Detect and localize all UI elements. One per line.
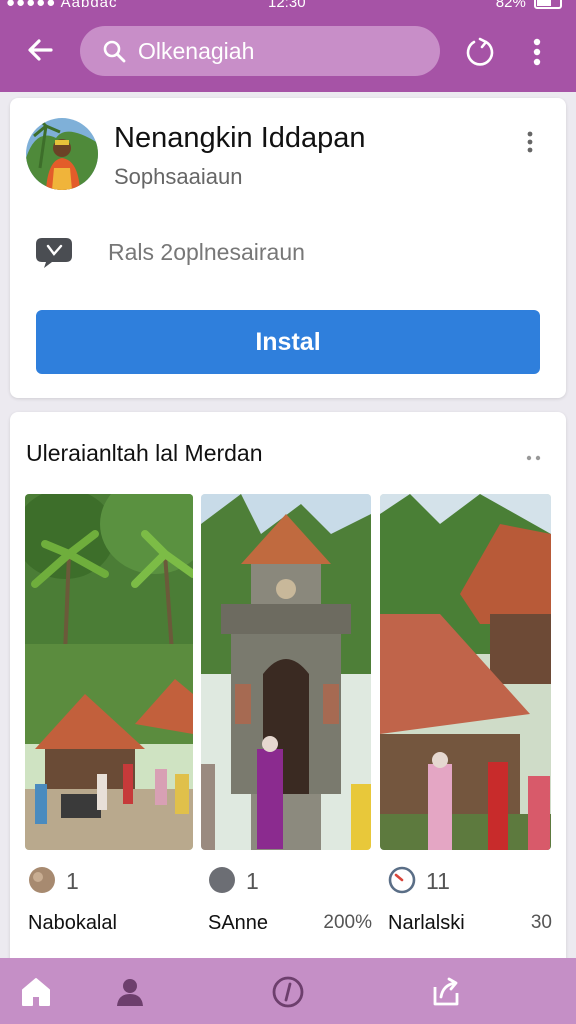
status-time: 12:30 xyxy=(268,0,306,11)
home-icon xyxy=(22,978,50,1006)
gallery-item-meta-1: 1 Nabokalal xyxy=(26,864,196,934)
gallery-menu-button[interactable] xyxy=(526,448,542,466)
app-profile-card: Nenangkin Iddapan Sophsaaiaun Rals 2opln… xyxy=(10,98,566,398)
nav-profile-button[interactable] xyxy=(110,972,150,1012)
search-icon xyxy=(103,40,126,63)
item-count: 1 xyxy=(66,868,79,894)
back-arrow-icon xyxy=(28,39,53,61)
gallery-item-meta-2: 1 SAnne 200% xyxy=(206,864,376,934)
status-right: 82% xyxy=(496,0,562,10)
gallery-photo-village[interactable] xyxy=(25,494,193,850)
circle-icon xyxy=(209,867,235,893)
gallery-photo-temple[interactable] xyxy=(201,494,371,850)
more-options-button[interactable] xyxy=(522,34,552,70)
gallery-photo-house[interactable] xyxy=(380,494,551,850)
gallery-card: Uleraianltah lal Merdan 1 Nabokalal 1 SA… xyxy=(10,412,566,972)
app-subtitle: Sophsaaiaun xyxy=(114,164,243,189)
bottom-nav xyxy=(0,958,576,1024)
refresh-icon xyxy=(466,37,494,66)
gallery-item-meta-3: 11 Narlalski 30 xyxy=(386,864,556,934)
item-name[interactable]: Nabokalal xyxy=(28,912,117,935)
search-input[interactable] xyxy=(138,37,418,65)
carrier-label: ●●●●● Aabdac xyxy=(6,0,118,11)
profile-icon xyxy=(117,979,143,1006)
item-count: 1 xyxy=(246,868,259,894)
avatar[interactable] xyxy=(26,118,98,190)
item-name[interactable]: Narlalski xyxy=(388,912,465,935)
status-bar: ●●●●● Aabdac 12:30 82% xyxy=(0,0,576,14)
app-bar xyxy=(0,14,576,92)
item-value: 30 xyxy=(530,912,552,933)
more-vert-icon xyxy=(527,131,533,153)
battery-percent: 82% xyxy=(495,0,526,11)
item-count: 11 xyxy=(426,868,450,894)
share-icon xyxy=(433,977,459,1006)
item-name[interactable]: SAnne xyxy=(208,912,268,935)
nav-explore-button[interactable] xyxy=(268,972,308,1012)
item-value: 200% xyxy=(323,912,372,933)
chat-icon xyxy=(36,238,72,268)
nav-home-button[interactable] xyxy=(16,972,56,1012)
compass-icon xyxy=(272,976,304,1008)
clock-icon xyxy=(388,866,416,894)
search-bar[interactable] xyxy=(80,26,440,76)
back-button[interactable] xyxy=(22,32,58,68)
battery-icon xyxy=(534,0,562,10)
app-name: Nenangkin Iddapan xyxy=(114,122,366,154)
gallery-title: Uleraianltah lal Merdan xyxy=(26,440,263,466)
refresh-button[interactable] xyxy=(462,34,498,70)
more-vert-icon xyxy=(533,38,541,66)
info-row: Rals 2oplnesairaun xyxy=(34,234,305,270)
thumbnail-icon xyxy=(29,867,55,893)
more-horiz-icon xyxy=(526,455,541,461)
info-label: Rals 2oplnesairaun xyxy=(108,238,305,265)
nav-share-button[interactable] xyxy=(426,972,466,1012)
card-menu-button[interactable] xyxy=(520,128,540,156)
install-button[interactable]: Instal xyxy=(36,310,540,374)
